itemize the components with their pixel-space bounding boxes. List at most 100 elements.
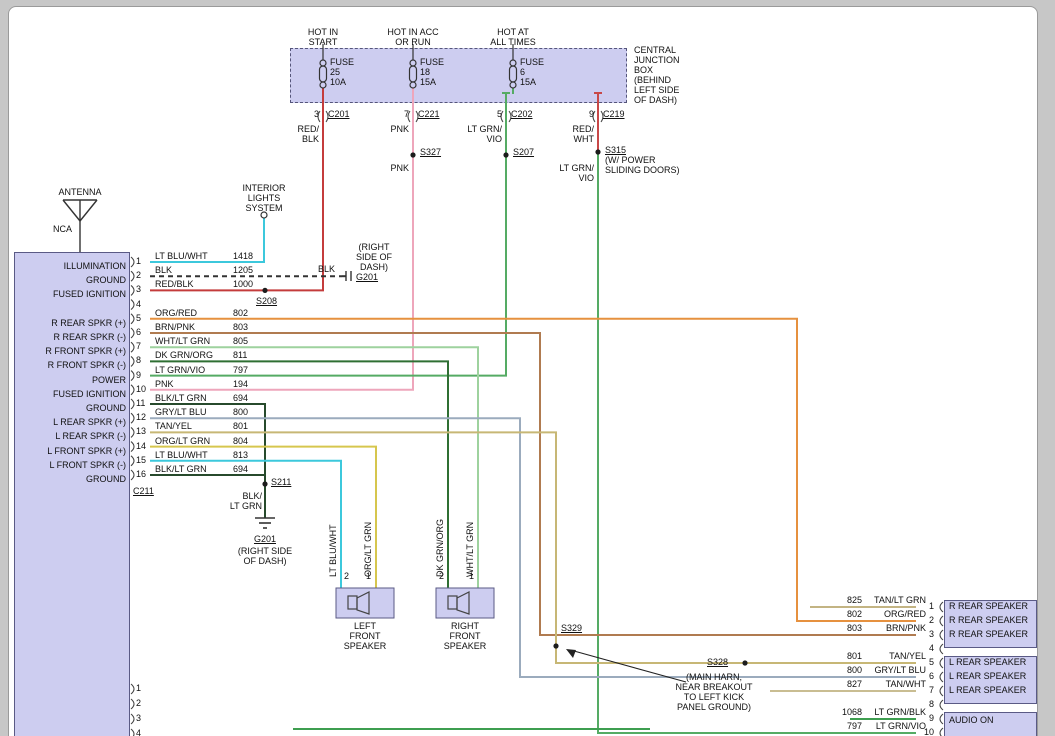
rear-dest-label: R REAR SPEAKER — [949, 629, 1028, 639]
splice-dot-s328 — [742, 660, 747, 665]
pin-cavity — [131, 385, 134, 395]
splice-s208-label[interactable]: S208 — [256, 296, 277, 306]
wire-lt-blu-wht-spkr — [150, 461, 341, 588]
pin-cavity — [131, 285, 134, 295]
radio-pin-name: FUSED IGNITION — [16, 289, 126, 299]
callout-arrowhead — [566, 649, 576, 658]
rear-dest-label: R REAR SPEAKER — [949, 601, 1028, 611]
junction-box-note: CENTRAL JUNCTION BOX (BEHIND LEFT SIDE O… — [634, 45, 680, 105]
fuse-label: FUSE 6 15A — [520, 57, 544, 87]
pin-cavity — [131, 413, 134, 423]
feed-hot-label: HOT IN START — [278, 27, 368, 47]
fuse-terminal-icon — [410, 82, 416, 88]
splice-s329-label[interactable]: S329 — [561, 623, 582, 633]
feed-connector-id[interactable]: C202 — [511, 109, 533, 119]
wire-label-org-lt-grn: ORG/LT GRN — [364, 511, 373, 577]
rear-circuit-number: 803 — [828, 623, 862, 633]
radio-wire-label: ORG/LT GRN — [155, 436, 210, 446]
radio-connector-label[interactable]: C211 — [133, 486, 154, 496]
pin-cavity — [131, 399, 134, 409]
antenna-icon — [80, 200, 97, 221]
feed-splice-id[interactable]: S327 — [420, 147, 441, 157]
radio-pin-number: 8 — [136, 355, 149, 365]
ground-g201-upper-wire-label: BLK — [318, 264, 335, 274]
feed-pin-number: 5 — [472, 109, 502, 119]
fuse-body-icon — [510, 66, 517, 82]
radio-pin-name: FUSED IGNITION — [16, 389, 126, 399]
pin-cavity — [131, 456, 134, 466]
rear-dest-label: L REAR SPEAKER — [949, 671, 1026, 681]
pin-cavity — [131, 442, 134, 452]
splice-s211-label[interactable]: S211 — [271, 477, 291, 487]
rf-speaker-pin-2: 2 — [439, 571, 444, 581]
radio-circuit-number: 805 — [233, 336, 248, 346]
radio-pin-name: L REAR SPKR (+) — [16, 417, 126, 427]
pin-cavity — [131, 271, 134, 281]
splice-dot-s207 — [503, 152, 508, 157]
fuse-terminal-icon — [510, 82, 516, 88]
radio-circuit-number: 1205 — [233, 265, 253, 275]
radio-circuit-number: 797 — [233, 365, 248, 375]
radio-pin-number: 1 — [136, 256, 149, 266]
left-front-speaker-label: LEFT FRONT SPEAKER — [334, 621, 396, 651]
feed-connector-id[interactable]: C221 — [418, 109, 440, 119]
rear-dest-label: L REAR SPEAKER — [949, 685, 1026, 695]
feed-splice-id[interactable]: S315 — [605, 145, 626, 155]
rear-wire-label: TAN/YEL — [864, 651, 926, 661]
pin-cavity — [940, 700, 943, 710]
ground-g201-upper-id[interactable]: G201 — [356, 272, 378, 282]
radio-wire-label: BRN/PNK — [155, 322, 195, 332]
splice-s328-label[interactable]: S328 — [707, 657, 728, 667]
radio-pin-number: 13 — [136, 426, 149, 436]
radio-circuit-number: 800 — [233, 407, 248, 417]
rear-circuit-number: 825 — [828, 595, 862, 605]
feed-wire-label: RED/ WHT — [552, 124, 594, 144]
feed-connector-id[interactable]: C219 — [603, 109, 625, 119]
splice-dot-s329 — [553, 643, 558, 648]
feed-wire-label: PNK — [367, 124, 409, 134]
antenna-label: ANTENNA — [44, 187, 116, 197]
fuse-label: FUSE 18 15A — [420, 57, 444, 87]
pin-cavity — [131, 257, 134, 267]
feed-splice-note: (W/ POWER SLIDING DOORS) — [605, 155, 680, 175]
antenna-lead-label: NCA — [40, 224, 72, 234]
bottom-pin-number: 2 — [136, 698, 149, 708]
radio-wire-label: DK GRN/ORG — [155, 350, 213, 360]
radio-wire-label: GRY/LT BLU — [155, 407, 207, 417]
bottom-pin-number: 1 — [136, 683, 149, 693]
pin-cavity — [131, 729, 134, 736]
wiring-diagram-page: CENTRAL JUNCTION BOX (BEHIND LEFT SIDE O… — [0, 0, 1055, 736]
ground-g201-upper-note: (RIGHT SIDE OF DASH) — [348, 242, 400, 272]
feed-connector-id[interactable]: C201 — [328, 109, 350, 119]
radio-pin-name: R FRONT SPKR (+) — [16, 346, 126, 356]
radio-pin-number: 2 — [136, 270, 149, 280]
ground-g201-lower-note: (RIGHT SIDE OF DASH) — [226, 546, 304, 566]
fuse-terminal-icon — [510, 60, 516, 66]
ground-g201-lower-wire-label: BLK/ LT GRN — [220, 491, 262, 511]
radio-wire-label: LT BLU/WHT — [155, 450, 208, 460]
radio-circuit-number: 803 — [233, 322, 248, 332]
radio-circuit-number: 811 — [233, 350, 247, 360]
radio-pin-name: L REAR SPKR (-) — [16, 431, 126, 441]
rear-circuit-number: 797 — [828, 721, 862, 731]
right-front-speaker-label: RIGHT FRONT SPEAKER — [434, 621, 496, 651]
wire-label-wht-lt-grn: WHT/LT GRN — [466, 511, 475, 577]
radio-pin-number: 11 — [136, 398, 149, 408]
radio-pin-number: 9 — [136, 370, 149, 380]
feed-pin-number: 9 — [564, 109, 594, 119]
left-front-speaker-icon — [336, 588, 394, 618]
splice-dot-s327 — [410, 152, 415, 157]
rear-circuit-number: 801 — [828, 651, 862, 661]
pin-cavity — [940, 630, 943, 640]
feed-splice-id[interactable]: S207 — [513, 147, 534, 157]
feed-hot-label: HOT IN ACC OR RUN — [368, 27, 458, 47]
radio-circuit-number: 802 — [233, 308, 248, 318]
rear-circuit-number: 827 — [828, 679, 862, 689]
ground-g201-lower-id[interactable]: G201 — [244, 534, 286, 544]
rear-wire-label: LT GRN/VIO — [864, 721, 926, 731]
pin-cavity — [131, 342, 134, 352]
radio-pin-number: 16 — [136, 469, 149, 479]
radio-pin-number: 15 — [136, 455, 149, 465]
radio-pin-name: R REAR SPKR (+) — [16, 318, 126, 328]
pin-cavity — [940, 714, 943, 724]
